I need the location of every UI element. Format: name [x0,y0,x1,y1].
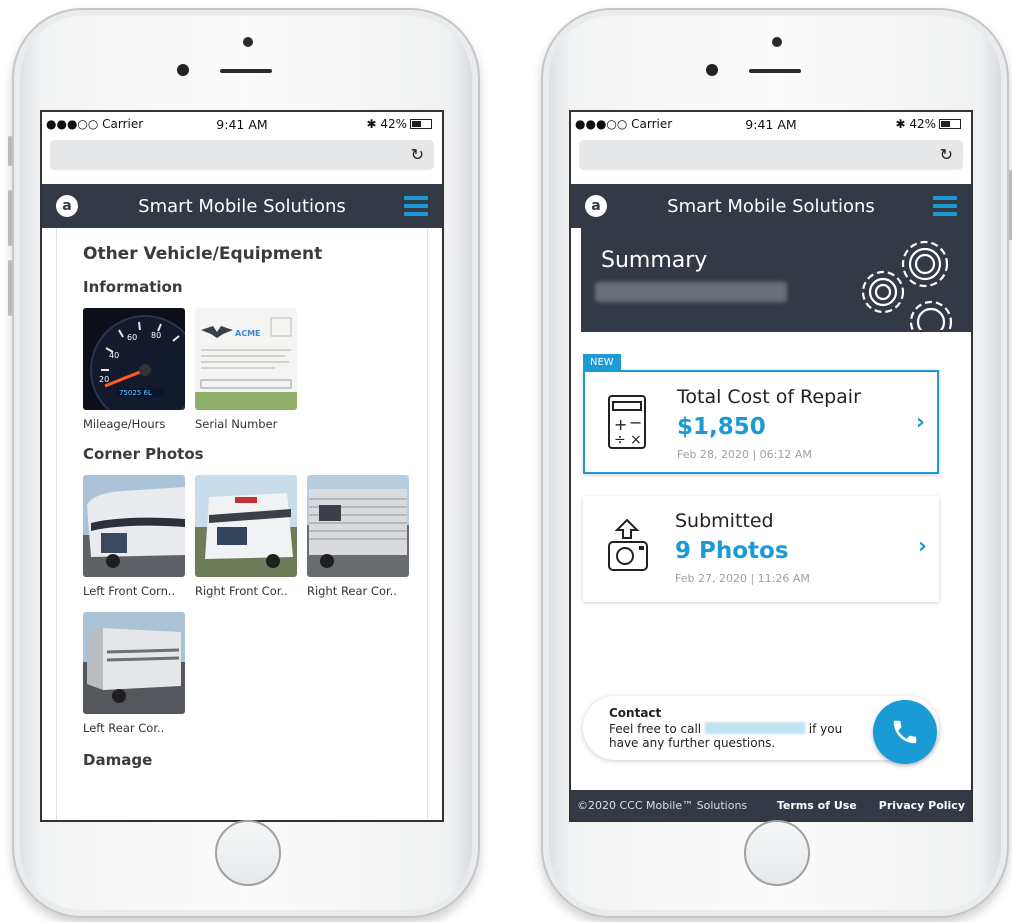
app-header: a Smart Mobile Solutions [571,184,971,228]
svg-text:×: × [630,432,642,448]
app-logo[interactable]: a [56,195,78,217]
status-bar: ●●●○○ Carrier 9:41 AM ✱ 42% [42,112,442,136]
photo-caption: Left Rear Cor.. [83,721,165,735]
home-button[interactable] [744,820,810,886]
information-photos: 40 60 80 20 75025 6L Mileage/Hours ACME … [83,308,427,431]
photo-tile-left-front[interactable]: Left Front Corn.. [83,475,185,598]
left-screen: ●●●○○ Carrier 9:41 AM ✱ 42% ↻ a Smart Mo… [40,110,444,822]
svg-text:÷: ÷ [614,432,626,448]
copyright-text: ©2020 CCC Mobile™ Solutions [577,798,748,812]
right-phone-frame: ●●●○○ Carrier 9:41 AM ✱ 42% ↻ a Smart Mo… [541,8,1012,918]
photo-tile-left-rear[interactable]: Left Rear Cor.. [83,612,185,735]
hamburger-menu-icon[interactable] [404,196,428,216]
chevron-right-icon[interactable]: › [918,534,927,559]
front-camera-icon [772,37,782,47]
app-logo[interactable]: a [585,195,607,217]
damage-heading: Damage [83,751,153,769]
photo-caption: Right Front Cor.. [195,584,288,598]
photo-tile-mileage[interactable]: 40 60 80 20 75025 6L Mileage/Hours [83,308,185,431]
app-title: Smart Mobile Solutions [667,195,875,217]
photo-caption: Right Rear Cor.. [307,584,397,598]
card-timestamp: Feb 27, 2020 | 11:26 AM [675,572,810,585]
hamburger-menu-icon[interactable] [933,196,957,216]
submitted-photos-card[interactable]: Submitted 9 Photos Feb 27, 2020 | 11:26 … [583,496,939,602]
battery-icon [410,119,432,129]
phone-icon [893,720,917,744]
section-title: Other Vehicle/Equipment [83,244,323,264]
gears-icon [861,240,953,330]
summary-title: Summary [601,248,708,273]
photo-tile-right-front[interactable]: Right Front Cor.. [195,475,297,598]
document-brand: ACME [235,329,261,338]
svg-text:60: 60 [127,333,137,342]
document-photo[interactable]: ACME [195,308,297,410]
volume-down-button [8,260,12,316]
privacy-policy-link[interactable]: Privacy Policy [879,799,965,812]
card-timestamp: Feb 28, 2020 | 06:12 AM [677,448,812,461]
mute-switch [8,136,12,166]
sensor-icon [706,64,718,76]
svg-text:−: − [629,413,642,432]
photo-caption: Left Front Corn.. [83,584,176,598]
chevron-right-icon[interactable]: › [916,410,925,435]
calculator-icon: + − ÷ × [607,394,647,454]
app-header: a Smart Mobile Solutions [42,184,442,228]
call-button[interactable] [873,700,937,764]
camera-upload-icon [605,518,649,578]
address-bar[interactable]: ↻ [50,140,434,170]
corner-photos-heading: Corner Photos [83,445,204,463]
redacted-claim-id [595,282,787,302]
speedometer-photo[interactable]: 40 60 80 20 75025 6L [83,308,185,410]
battery-icon [939,119,961,129]
clock: 9:41 AM [745,116,797,132]
sensor-icon [177,64,189,76]
svg-text:40: 40 [109,351,119,360]
reload-icon[interactable]: ↻ [411,145,424,164]
summary-header: Summary [581,228,971,332]
rv-photo[interactable] [83,612,185,714]
home-button[interactable] [215,820,281,886]
photo-caption: Serial Number [195,417,278,431]
svg-text:80: 80 [151,331,161,340]
contact-message: Feel free to call if you have any furthe… [609,722,843,750]
speaker-grille [220,69,272,73]
svg-text:20: 20 [99,375,109,384]
contact-title: Contact [609,706,662,720]
rv-photo[interactable] [195,475,297,577]
reload-icon[interactable]: ↻ [940,145,953,164]
photos-count: 9 Photos [675,538,789,564]
corner-photos: Left Front Corn.. Right Front Cor.. Righ… [83,475,427,735]
card-label: Total Cost of Repair [677,386,861,408]
redacted-phone-number [704,722,805,734]
address-bar[interactable]: ↻ [579,140,963,170]
status-bar: ●●●○○ Carrier 9:41 AM ✱ 42% [571,112,971,136]
right-screen: ●●●○○ Carrier 9:41 AM ✱ 42% ↻ a Smart Mo… [569,110,973,822]
information-heading: Information [83,278,183,296]
inspection-content: Other Vehicle/Equipment Information 40 6… [56,228,428,820]
front-camera-icon [243,37,253,47]
photo-tile-right-rear[interactable]: Right Rear Cor.. [307,475,409,598]
left-phone-frame: ●●●○○ Carrier 9:41 AM ✱ 42% ↻ a Smart Mo… [8,8,480,918]
app-title: Smart Mobile Solutions [138,195,346,217]
svg-text:75025 6L: 75025 6L [119,389,152,397]
rv-photo[interactable] [83,475,185,577]
page-footer: ©2020 CCC Mobile™ Solutions Terms of Use… [571,790,971,820]
rv-photo[interactable] [307,475,409,577]
terms-of-use-link[interactable]: Terms of Use [777,799,857,812]
clock: 9:41 AM [216,116,268,132]
new-badge: NEW [583,354,621,371]
repair-cost-card[interactable]: NEW + − ÷ × Total Cost of Repair $1,850 … [583,354,939,474]
card-label: Submitted [675,510,774,532]
photo-tile-serial[interactable]: ACME Serial Number [195,308,297,431]
repair-cost-value: $1,850 [677,414,766,440]
photo-caption: Mileage/Hours [83,417,166,431]
volume-up-button [8,190,12,246]
speaker-grille [749,69,801,73]
